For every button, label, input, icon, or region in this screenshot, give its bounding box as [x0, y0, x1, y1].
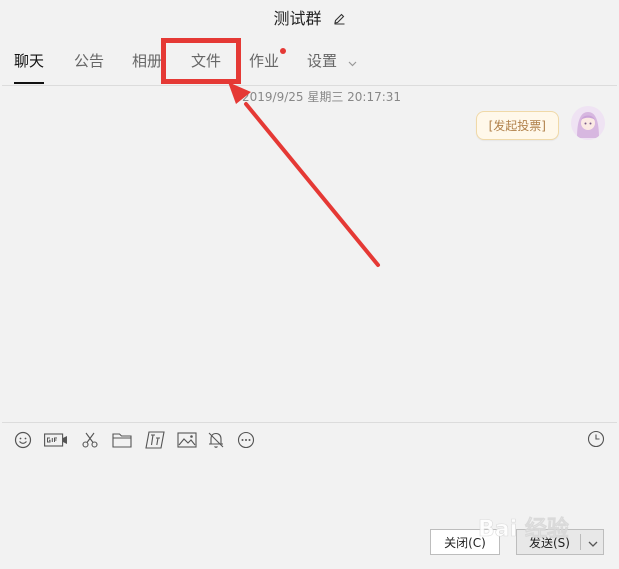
- image-icon[interactable]: [176, 430, 198, 450]
- tab-files[interactable]: 文件: [191, 50, 221, 84]
- tab-album[interactable]: 相册: [132, 50, 162, 84]
- emoji-icon[interactable]: [12, 430, 34, 450]
- tab-settings[interactable]: 设置: [307, 50, 357, 84]
- message-bubble[interactable]: [发起投票]: [475, 111, 559, 140]
- message-input[interactable]: [2, 455, 617, 525]
- tab-homework[interactable]: 作业: [249, 48, 287, 84]
- close-button[interactable]: 关闭(C): [430, 529, 500, 555]
- tab-announcement[interactable]: 公告: [74, 50, 104, 84]
- folder-icon[interactable]: [111, 430, 133, 450]
- avatar[interactable]: [571, 106, 605, 140]
- edit-pencil-icon[interactable]: [333, 10, 346, 29]
- gif-icon[interactable]: [43, 430, 69, 450]
- scissors-icon[interactable]: [79, 430, 101, 450]
- group-title: 测试群: [273, 9, 322, 28]
- bell-icon[interactable]: [205, 430, 227, 450]
- toolbar-divider: [2, 422, 617, 423]
- chevron-down-icon[interactable]: [588, 537, 598, 551]
- message-timestamp: 2019/9/25 星期三 20:17:31: [242, 90, 402, 104]
- clock-icon[interactable]: [587, 430, 607, 450]
- font-icon[interactable]: [144, 430, 166, 450]
- chat-area[interactable]: 2019/9/25 星期三 20:17:31 [发起投票]: [2, 86, 617, 422]
- tab-chat[interactable]: 聊天: [14, 50, 45, 84]
- send-button[interactable]: 发送(S): [516, 529, 604, 555]
- title-bar: 测试群: [0, 5, 619, 29]
- more-icon[interactable]: [235, 430, 257, 450]
- chevron-down-icon: [348, 53, 357, 71]
- send-separator: [580, 534, 581, 550]
- chat-header: 测试群 聊天 公告 相册 文件 作业 设置: [0, 0, 619, 96]
- notification-dot: [280, 48, 287, 54]
